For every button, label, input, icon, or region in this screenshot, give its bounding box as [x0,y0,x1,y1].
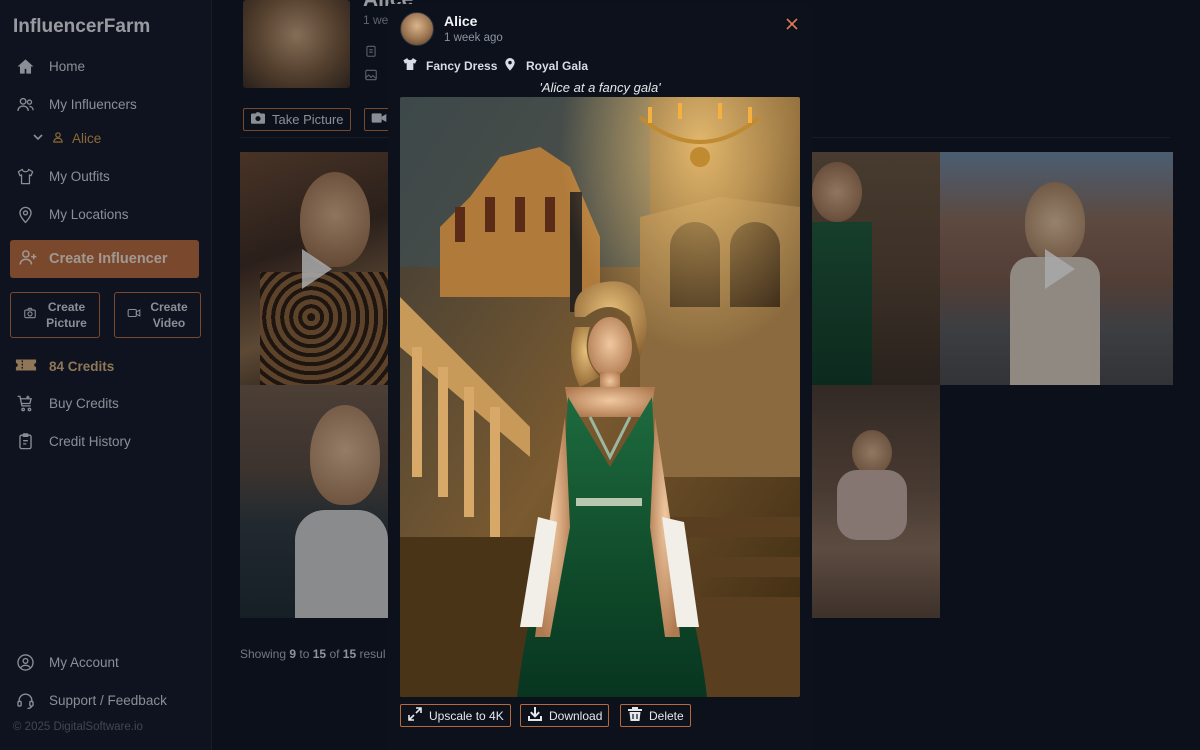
copyright: © 2025 DigitalSoftware.io [13,721,143,733]
user-plus-icon [18,247,39,272]
delete-label: Delete [649,708,684,723]
camera-icon [23,306,37,324]
download-button[interactable]: Download [520,704,610,727]
upscale-label: Upscale to 4K [429,708,504,723]
nav-credit-history-label: Credit History [49,433,131,449]
gallery-thumb-figure [812,162,862,222]
showing-of-word: of [326,647,343,661]
create-picture-label: Create Picture [46,299,87,331]
gallery-item[interactable] [240,385,388,618]
gallery-item[interactable] [240,152,388,385]
location-label: Royal Gala [526,58,589,73]
nav-my-account-label: My Account [49,654,119,670]
nav-my-influencers[interactable]: My Influencers [15,94,137,114]
nav-my-outfits-label: My Outfits [49,168,110,184]
brand-logo[interactable]: InfluencerFarm [13,16,150,38]
nav-home-label: Home [49,58,86,74]
gallery-thumb-figure [310,405,380,505]
showing-total: 15 [342,647,357,661]
gallery-thumb-pajamas [837,470,907,540]
create-video-line1: Create [150,300,188,314]
nav-buy-credits-label: Buy Credits [49,395,119,411]
create-influencer-label: Create Influencer [49,251,168,267]
showing-to: 15 [312,647,327,661]
user-icon [52,131,64,146]
home-icon [15,56,35,76]
gallery-item[interactable] [812,385,940,618]
upscale-button[interactable]: Upscale to 4K [400,704,511,727]
clipboard-icon [15,431,35,451]
nav-my-outfits[interactable]: My Outfits [15,166,110,186]
credits-label: 84 Credits [49,359,115,374]
chevron-down-icon[interactable] [32,131,44,146]
outfit-label: Fancy Dress [426,58,498,73]
influencer-created-time: 1 we [363,13,389,27]
cart-icon [15,393,35,413]
gallery-thumb-shirt [295,510,388,618]
map-pin-icon [502,56,518,75]
showing-suffix: resul [356,647,386,661]
image-caption: 'Alice at a fancy gala' [539,80,661,95]
outfit-tag[interactable]: Fancy Dress [402,56,497,75]
download-label: Download [549,708,603,723]
expand-icon [407,706,423,725]
nav-my-locations-label: My Locations [49,206,129,222]
nav-my-account[interactable]: My Account [15,652,119,672]
create-picture-line1: Create [47,300,86,314]
nav-alice-label: Alice [72,131,102,146]
generated-image[interactable] [400,97,800,697]
create-picture-line2: Picture [46,316,87,330]
create-video-button[interactable]: Create Video [114,292,201,338]
clipboard-icon [364,44,378,58]
shirt-icon [15,166,35,186]
credits-balance[interactable]: 84 Credits [15,356,114,377]
avatar [400,12,434,46]
trash-icon [627,706,643,725]
create-picture-button[interactable]: Create Picture [10,292,100,338]
camera-icon [250,111,266,128]
ticket-icon [15,356,37,377]
users-icon [15,94,35,114]
pagination-summary: Showing 9 to 15 of 15 resul [240,647,386,661]
modal-influencer-name[interactable]: Alice [444,13,477,29]
close-icon[interactable] [784,16,800,32]
nav-support-label: Support / Feedback [49,692,167,708]
create-influencer-button[interactable]: Create Influencer [10,240,199,278]
location-tag[interactable]: Royal Gala [502,56,588,75]
nav-support-feedback[interactable]: Support / Feedback [15,690,167,710]
image-detail-modal: Alice 1 week ago Fancy Dress Royal Gala … [388,4,812,750]
modal-timestamp: 1 week ago [444,32,503,44]
sidebar: InfluencerFarm Home My Influencers Alice… [0,0,212,750]
gallery-item[interactable] [812,152,940,385]
nav-home[interactable]: Home [15,56,85,76]
map-pin-icon [15,204,35,224]
download-icon [527,706,543,725]
nav-my-locations[interactable]: My Locations [15,204,129,224]
nav-buy-credits[interactable]: Buy Credits [15,393,119,413]
gallery-item[interactable] [940,152,1173,385]
nav-my-influencers-label: My Influencers [49,96,137,112]
image-icon [364,68,378,82]
nav-credit-history[interactable]: Credit History [15,431,131,451]
take-picture-label: Take Picture [272,112,344,127]
play-icon[interactable] [302,248,332,289]
create-video-line2: Video [152,316,186,330]
video-icon [127,306,141,324]
gala-scene-illustration [400,97,800,697]
shirt-icon [402,56,418,75]
headset-icon [15,690,35,710]
showing-to-word: to [296,647,313,661]
gallery-thumb-dress [812,222,872,385]
gallery-thumb-coat [260,272,388,385]
take-picture-button[interactable]: Take Picture [243,108,351,131]
create-video-label: Create Video [150,299,187,331]
account-icon [15,652,35,672]
gallery-thumb-figure [852,430,892,475]
video-icon [371,111,387,128]
nav-influencer-alice[interactable]: Alice [32,131,101,146]
influencer-profile-image[interactable] [243,0,350,88]
showing-prefix: Showing [240,647,290,661]
play-icon[interactable] [1044,248,1075,289]
delete-button[interactable]: Delete [620,704,691,727]
